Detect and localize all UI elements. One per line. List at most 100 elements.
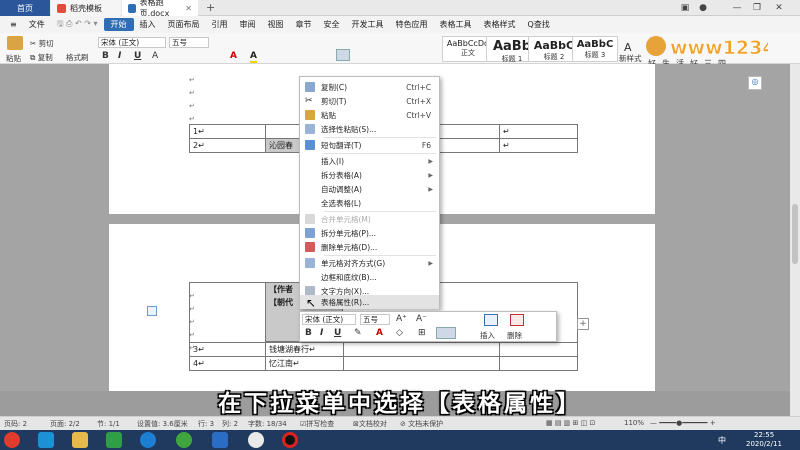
location-icon[interactable]: ◎ bbox=[748, 76, 762, 90]
minimize-icon[interactable]: — bbox=[728, 0, 746, 16]
table-cell[interactable]: 2↵ bbox=[189, 138, 266, 153]
start-icon[interactable] bbox=[4, 432, 20, 448]
table-cell[interactable]: ↵ bbox=[499, 124, 578, 139]
maximize-icon[interactable]: ❐ bbox=[748, 0, 766, 16]
quick-access-icons[interactable]: 🖫 ⎙ ↶ ↷ ▾ bbox=[51, 18, 104, 32]
ctx-translate[interactable]: 短句翻译(T) F6 bbox=[300, 138, 439, 152]
paste-label[interactable]: 粘贴 bbox=[6, 53, 21, 64]
ctx-cut[interactable]: ✂ 剪切(T) Ctrl+X bbox=[300, 94, 439, 108]
style-heading-3[interactable]: AaBbC 标题 3 bbox=[572, 36, 618, 62]
hamburger-icon[interactable]: ≡ bbox=[4, 20, 23, 29]
store-icon[interactable] bbox=[106, 432, 122, 448]
mini-border-icon[interactable]: ⊞ bbox=[418, 328, 426, 338]
ctx-autofit[interactable]: 自动调整(A) ▶ bbox=[300, 182, 439, 196]
shrink-font-icon[interactable]: A⁻ bbox=[416, 314, 427, 324]
menu-security[interactable]: 安全 bbox=[318, 19, 346, 30]
skin-icon[interactable]: ▣ bbox=[676, 0, 694, 16]
table-cell[interactable] bbox=[499, 356, 578, 371]
doc-protect-button[interactable]: ⊘ 文档未保护 bbox=[400, 419, 443, 429]
status-word-count[interactable]: 字数: 18/34 bbox=[248, 419, 287, 429]
ctx-borders-shading[interactable]: 边框和底纹(B)... bbox=[300, 270, 439, 284]
add-column-icon[interactable]: + bbox=[577, 318, 589, 330]
table-cell[interactable]: 4↵ bbox=[189, 356, 266, 371]
mini-delete-button[interactable]: 删除 bbox=[507, 330, 522, 341]
table-cell[interactable]: ↵ bbox=[499, 138, 578, 153]
table-cell[interactable]: 忆江南↵ bbox=[265, 356, 344, 371]
baidu-netdisk-icon[interactable] bbox=[140, 432, 156, 448]
table-row[interactable]: 4↵ 忆江南↵ bbox=[189, 356, 578, 371]
ctx-delete-cells[interactable]: 删除单元格(D)... bbox=[300, 240, 439, 254]
font-color-icon[interactable]: A bbox=[230, 51, 237, 61]
menu-page-layout[interactable]: 页面布局 bbox=[162, 19, 206, 30]
menu-review[interactable]: 审阅 bbox=[234, 19, 262, 30]
view-mode-icons[interactable]: ▦ ▤ ▥ ⊞ ◫ ⊡ bbox=[546, 419, 595, 427]
record-icon[interactable] bbox=[282, 432, 298, 448]
insert-table-icon[interactable] bbox=[484, 314, 498, 326]
menu-table-tools[interactable]: 表格工具 bbox=[434, 19, 478, 30]
menu-developer[interactable]: 开发工具 bbox=[346, 19, 390, 30]
table-cell[interactable] bbox=[343, 342, 500, 357]
table-cell[interactable] bbox=[343, 356, 500, 371]
format-painter-button[interactable]: 格式刷 bbox=[66, 52, 89, 63]
menu-special-apps[interactable]: 特色应用 bbox=[390, 19, 434, 30]
menu-home[interactable]: 开始 bbox=[103, 18, 134, 31]
zoom-slider[interactable]: — ━━━━●━━━━━━ + bbox=[650, 419, 716, 427]
paste-icon[interactable] bbox=[7, 36, 23, 50]
tab-daoke-templates[interactable]: 稻壳模板 bbox=[51, 0, 121, 16]
mini-fill-icon[interactable]: ◇ bbox=[396, 328, 403, 338]
font-size-select[interactable]: 五号 bbox=[169, 37, 209, 48]
tab-home[interactable]: 首页 bbox=[0, 0, 50, 16]
tab-document[interactable]: 表格跑页.docx ✕ bbox=[122, 0, 198, 18]
grow-font-icon[interactable]: A⁺ bbox=[396, 314, 407, 324]
table-2[interactable]: 3↵ 钱塘湖春行↵ 4↵ 忆江南↵ bbox=[189, 342, 578, 371]
ctx-cell-alignment[interactable]: 单元格对齐方式(G) ▶ bbox=[300, 256, 439, 270]
italic-icon[interactable]: I bbox=[118, 51, 121, 61]
mini-align-icon[interactable] bbox=[436, 327, 456, 339]
avatar[interactable]: ● bbox=[694, 0, 712, 16]
delete-table-icon[interactable] bbox=[510, 314, 524, 326]
underline-icon[interactable]: U bbox=[134, 51, 141, 61]
table-cell[interactable]: 3↵ bbox=[189, 342, 266, 357]
mini-highlight-icon[interactable]: ✎ bbox=[354, 328, 362, 338]
ctx-paste[interactable]: 粘贴 Ctrl+V bbox=[300, 108, 439, 122]
ctx-insert[interactable]: 插入(I) ▶ bbox=[300, 154, 439, 168]
close-window-icon[interactable]: ✕ bbox=[770, 0, 788, 16]
spell-check-button[interactable]: ☑拼写检查 bbox=[300, 419, 334, 429]
wps-writer-icon[interactable] bbox=[212, 432, 228, 448]
menu-chapter[interactable]: 章节 bbox=[290, 19, 318, 30]
menu-view[interactable]: 视图 bbox=[262, 19, 290, 30]
ctx-copy[interactable]: 复制(C) Ctrl+C bbox=[300, 80, 439, 94]
new-style-label[interactable]: 新样式 bbox=[619, 53, 642, 64]
table-handle-icon[interactable] bbox=[147, 306, 157, 316]
table-row[interactable]: 3↵ 钱塘湖春行↵ bbox=[189, 342, 578, 357]
close-tab-icon[interactable]: ✕ bbox=[185, 4, 192, 13]
table-cell[interactable] bbox=[499, 342, 578, 357]
mini-font-color-icon[interactable]: A bbox=[376, 328, 383, 338]
ctx-paste-special[interactable]: 选择性粘贴(S)... bbox=[300, 122, 439, 136]
strikethrough-icon[interactable]: A bbox=[152, 51, 158, 61]
font-name-select[interactable]: 宋体 (正文) bbox=[98, 37, 166, 48]
vertical-scrollbar[interactable] bbox=[790, 64, 800, 416]
menu-file[interactable]: 文件 bbox=[23, 19, 51, 30]
mini-insert-button[interactable]: 插入 bbox=[480, 330, 495, 341]
ie-icon[interactable] bbox=[38, 432, 54, 448]
zoom-level[interactable]: 110% bbox=[624, 419, 644, 427]
mini-font-size-select[interactable]: 五号 bbox=[360, 314, 390, 325]
menu-search[interactable]: Q查找 bbox=[522, 19, 556, 30]
align-center-icon[interactable] bbox=[336, 49, 350, 61]
doc-proof-button[interactable]: ⊠文档校对 bbox=[353, 419, 387, 429]
mini-italic-icon[interactable]: I bbox=[320, 328, 323, 338]
table-cell[interactable]: 1↵ bbox=[189, 124, 266, 139]
explorer-icon[interactable] bbox=[72, 432, 88, 448]
mini-font-name-select[interactable]: 宋体 (正文) bbox=[302, 314, 356, 325]
menu-references[interactable]: 引用 bbox=[206, 19, 234, 30]
table-cell[interactable]: 钱塘湖春行↵ bbox=[265, 342, 344, 357]
bold-icon[interactable]: B bbox=[102, 51, 109, 61]
ctx-table-properties[interactable]: 表格属性(R)... bbox=[300, 295, 439, 309]
mini-bold-icon[interactable]: B bbox=[305, 328, 312, 338]
ime-indicator[interactable]: 中 bbox=[718, 435, 726, 446]
browser-360-icon[interactable] bbox=[176, 432, 192, 448]
ctx-split-table[interactable]: 拆分表格(A) ▶ bbox=[300, 168, 439, 182]
menu-insert[interactable]: 插入 bbox=[134, 19, 162, 30]
chrome-icon[interactable] bbox=[248, 432, 264, 448]
